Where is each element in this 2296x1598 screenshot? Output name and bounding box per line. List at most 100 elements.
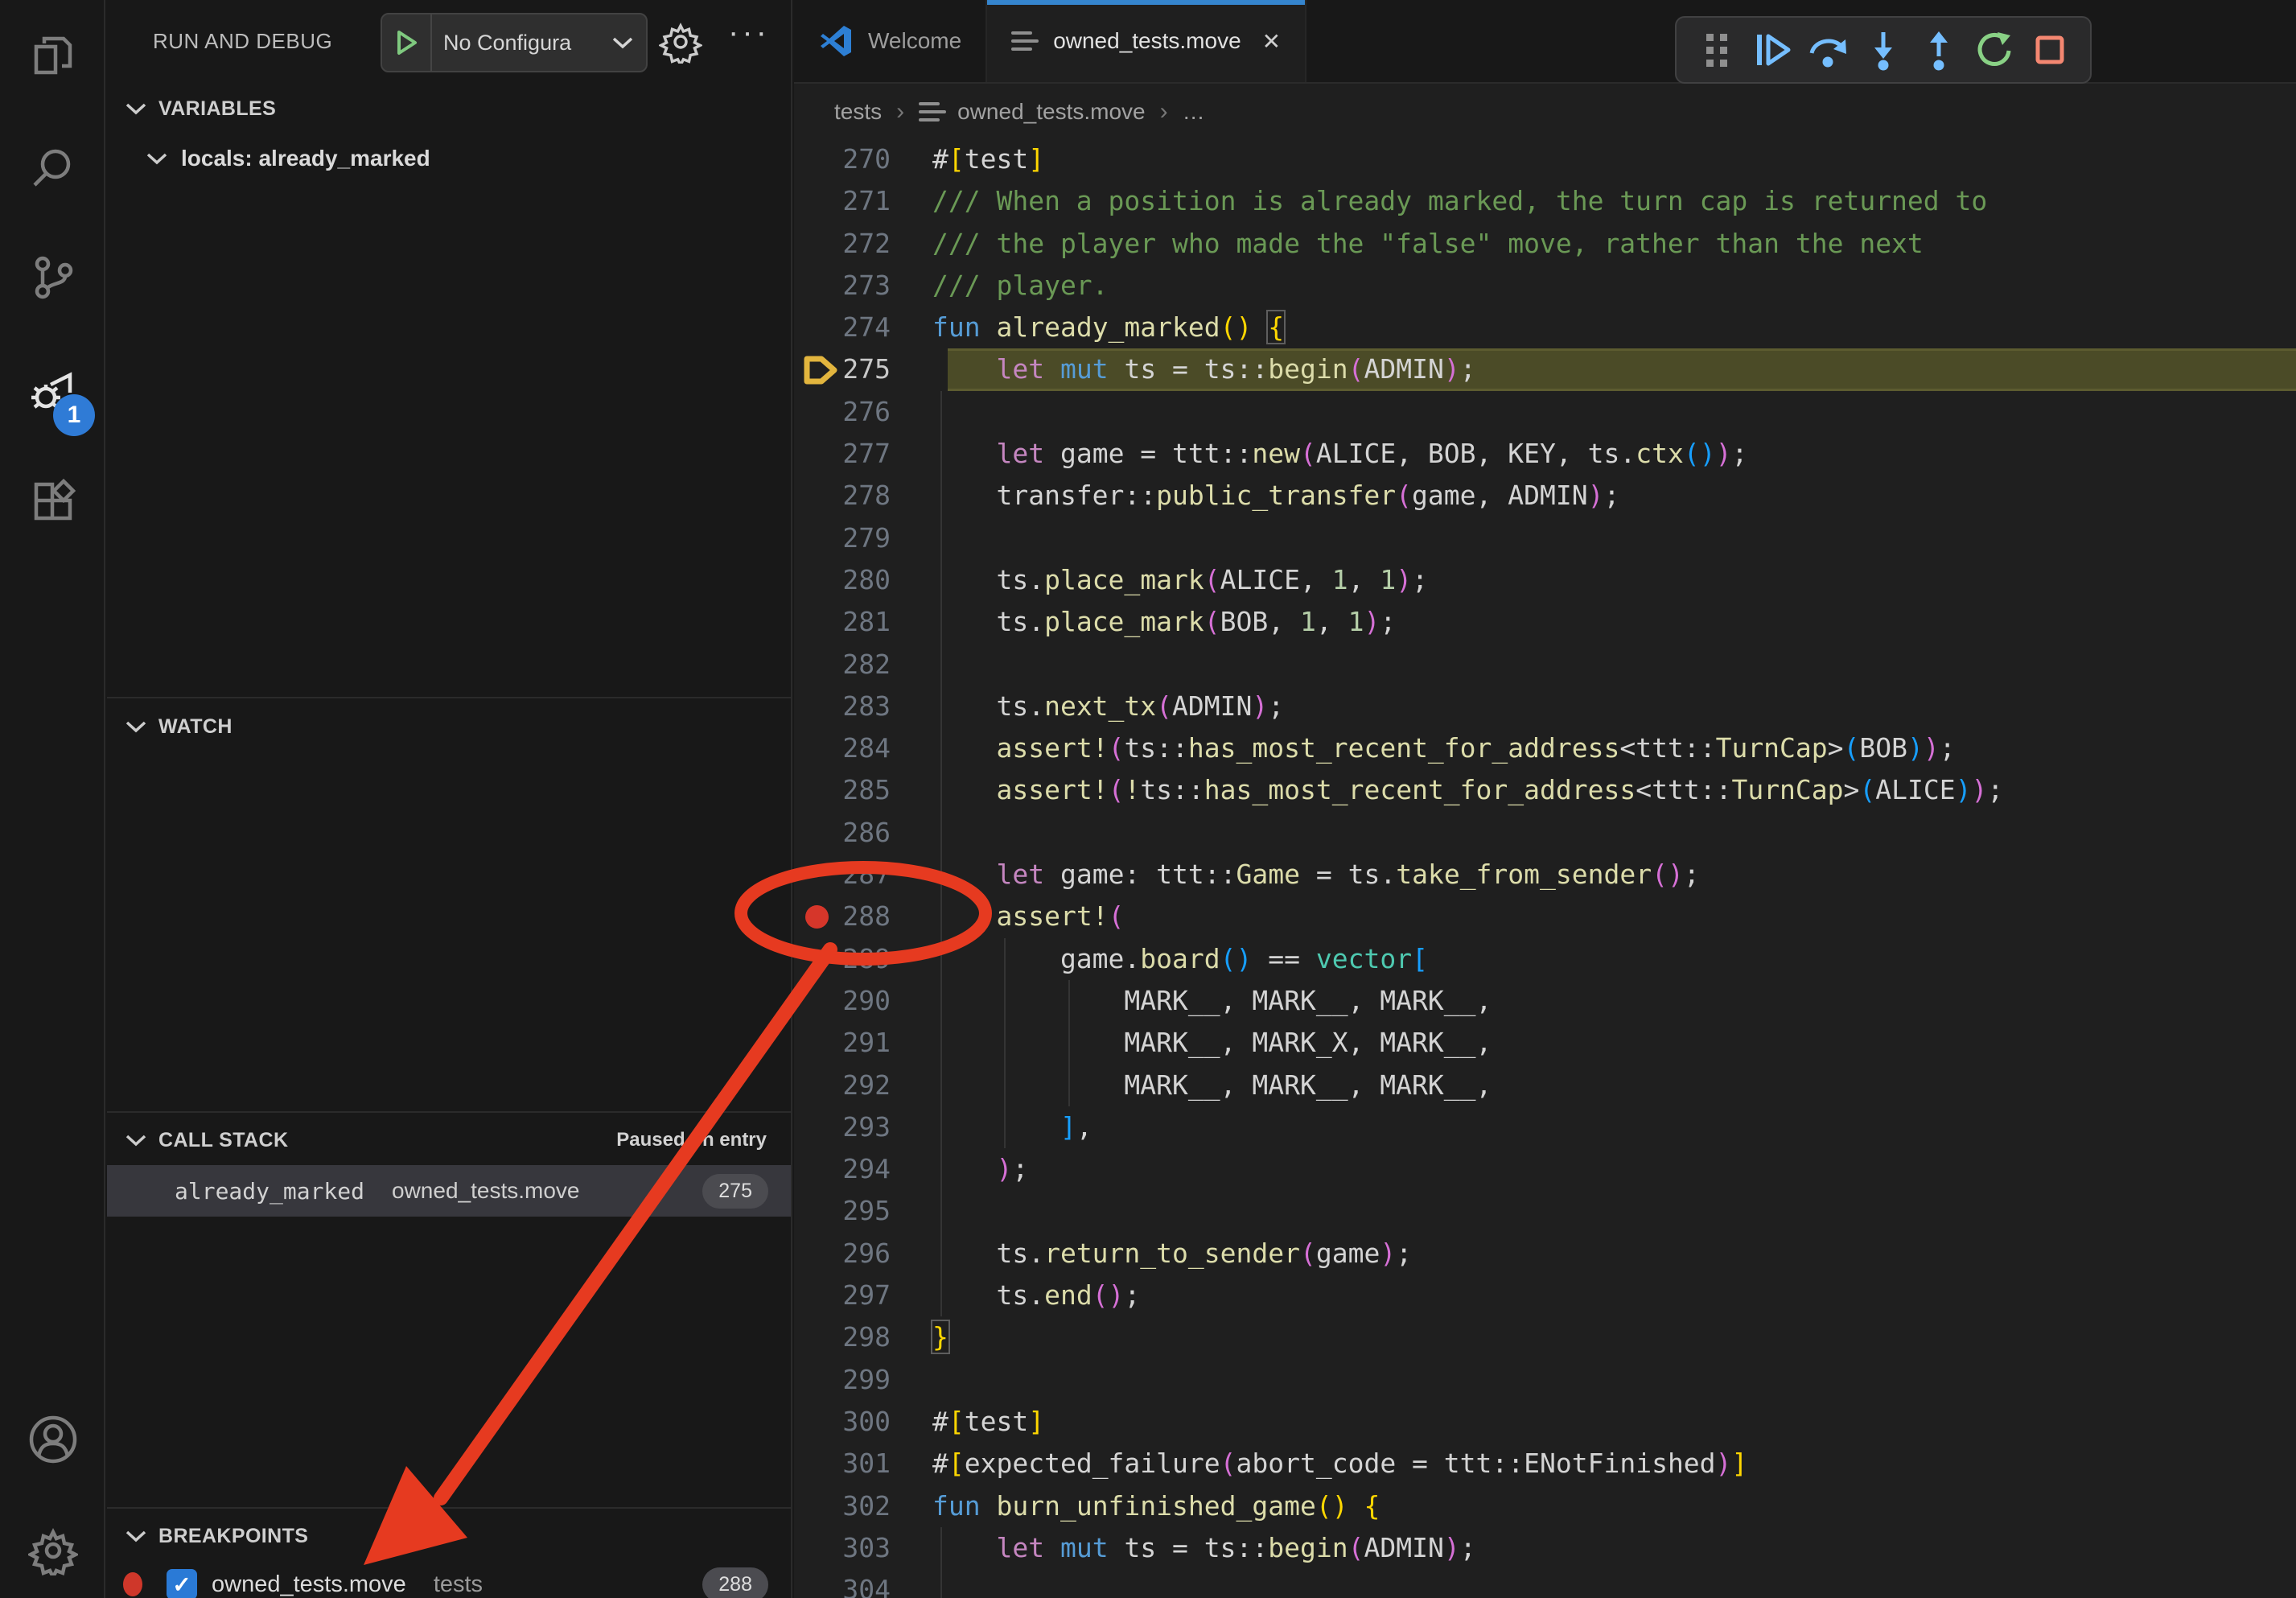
step-out-icon[interactable] — [1916, 27, 1961, 72]
explorer-icon[interactable] — [0, 11, 105, 100]
settings-gear-icon[interactable] — [0, 1506, 105, 1595]
line-number[interactable]: 298 — [794, 1316, 891, 1358]
search-icon[interactable] — [0, 124, 105, 212]
breakpoint-dot-icon[interactable] — [805, 905, 829, 929]
code-line-298[interactable]: 298} — [794, 1316, 2296, 1358]
code-line-272[interactable]: 272/// the player who made the "false" m… — [794, 223, 2296, 265]
stop-icon[interactable] — [2027, 27, 2072, 72]
line-number[interactable]: 286 — [794, 812, 891, 854]
line-number[interactable]: 292 — [794, 1065, 891, 1106]
stack-frame-row[interactable]: already_marked owned_tests.move 275 — [107, 1165, 791, 1217]
breakpoint-list-item[interactable]: ✓ owned_tests.move tests 288 — [107, 1561, 791, 1598]
code-line-271[interactable]: 271/// When a position is already marked… — [794, 180, 2296, 222]
line-number[interactable]: 296 — [794, 1233, 891, 1275]
line-number[interactable]: 288 — [794, 896, 891, 937]
line-number[interactable]: 270 — [794, 138, 891, 180]
breakpoint-checkbox[interactable]: ✓ — [167, 1569, 197, 1598]
line-number[interactable]: 293 — [794, 1106, 891, 1148]
code-line-282[interactable]: 282 — [794, 644, 2296, 686]
line-number[interactable]: 301 — [794, 1443, 891, 1485]
line-number[interactable]: 300 — [794, 1401, 891, 1443]
code-line-293[interactable]: 293 ], — [794, 1106, 2296, 1148]
code-line-279[interactable]: 279 — [794, 517, 2296, 559]
line-number[interactable]: 287 — [794, 854, 891, 896]
line-number[interactable]: 303 — [794, 1527, 891, 1569]
code-line-281[interactable]: 281 ts.place_mark(BOB, 1, 1); — [794, 601, 2296, 643]
step-into-icon[interactable] — [1861, 27, 1906, 72]
line-number[interactable]: 297 — [794, 1275, 891, 1316]
code-line-291[interactable]: 291 MARK__, MARK_X, MARK__, — [794, 1022, 2296, 1064]
line-number[interactable]: 294 — [794, 1148, 891, 1190]
code-line-299[interactable]: 299 — [794, 1359, 2296, 1401]
code-line-270[interactable]: 270#[test] — [794, 138, 2296, 180]
code-line-286[interactable]: 286 — [794, 812, 2296, 854]
code-line-290[interactable]: 290 MARK__, MARK__, MARK__, — [794, 980, 2296, 1022]
locals-scope-row[interactable]: locals: already_marked — [107, 135, 791, 182]
call-stack-section-header[interactable]: CALL STACK Paused on entry — [107, 1118, 791, 1162]
code-line-294[interactable]: 294 ); — [794, 1148, 2296, 1190]
line-number[interactable]: 277 — [794, 433, 891, 475]
code-line-288[interactable]: 288 assert!( — [794, 896, 2296, 937]
code-line-275[interactable]: 275 let mut ts = ts::begin(ADMIN); — [794, 348, 2296, 390]
code-line-289[interactable]: 289 game.board() == vector[ — [794, 938, 2296, 980]
debug-settings-gear-icon[interactable] — [659, 20, 702, 68]
line-number[interactable]: 275 — [794, 348, 891, 390]
toolbar-drag-grip[interactable] — [1694, 27, 1739, 72]
breakpoints-section-header[interactable]: BREAKPOINTS — [107, 1514, 791, 1558]
line-number[interactable]: 304 — [794, 1569, 891, 1598]
code-line-300[interactable]: 300#[test] — [794, 1401, 2296, 1443]
extensions-icon[interactable] — [0, 457, 105, 546]
restart-icon[interactable] — [1972, 27, 2017, 72]
line-number[interactable]: 289 — [794, 938, 891, 980]
line-number[interactable]: 290 — [794, 980, 891, 1022]
close-tab-icon[interactable]: ✕ — [1262, 28, 1281, 55]
code-line-296[interactable]: 296 ts.return_to_sender(game); — [794, 1233, 2296, 1275]
code-line-303[interactable]: 303 let mut ts = ts::begin(ADMIN); — [794, 1527, 2296, 1569]
start-debug-icon[interactable] — [382, 14, 432, 71]
launch-configuration-dropdown[interactable]: No Configura — [381, 13, 648, 72]
line-number[interactable]: 272 — [794, 223, 891, 265]
code-line-297[interactable]: 297 ts.end(); — [794, 1275, 2296, 1316]
line-number[interactable]: 274 — [794, 307, 891, 348]
code-line-304[interactable]: 304 — [794, 1569, 2296, 1598]
breadcrumb-folder[interactable]: tests — [834, 99, 882, 125]
tab-welcome[interactable]: Welcome — [794, 0, 987, 82]
line-number[interactable]: 295 — [794, 1190, 891, 1232]
code-line-280[interactable]: 280 ts.place_mark(ALICE, 1, 1); — [794, 559, 2296, 601]
line-number[interactable]: 302 — [794, 1485, 891, 1527]
step-over-icon[interactable] — [1805, 27, 1850, 72]
code-line-285[interactable]: 285 assert!(!ts::has_most_recent_for_add… — [794, 769, 2296, 811]
line-number[interactable]: 271 — [794, 180, 891, 222]
line-number[interactable]: 284 — [794, 727, 891, 769]
code-line-287[interactable]: 287 let game: ttt::Game = ts.take_from_s… — [794, 854, 2296, 896]
line-number[interactable]: 276 — [794, 391, 891, 433]
line-number[interactable]: 279 — [794, 517, 891, 559]
line-number[interactable]: 273 — [794, 265, 891, 307]
run-and-debug-icon[interactable]: 1 — [0, 346, 105, 435]
code-line-274[interactable]: 274fun already_marked() { — [794, 307, 2296, 348]
continue-icon[interactable] — [1750, 27, 1795, 72]
code-line-273[interactable]: 273/// player. — [794, 265, 2296, 307]
breadcrumb-file[interactable]: owned_tests.move — [957, 99, 1145, 125]
line-number[interactable]: 285 — [794, 769, 891, 811]
watch-section-header[interactable]: WATCH — [107, 705, 791, 748]
code-line-284[interactable]: 284 assert!(ts::has_most_recent_for_addr… — [794, 727, 2296, 769]
line-number[interactable]: 299 — [794, 1359, 891, 1401]
code-line-277[interactable]: 277 let game = ttt::new(ALICE, BOB, KEY,… — [794, 433, 2296, 475]
breadcrumb-symbol-more[interactable]: … — [1183, 99, 1205, 125]
line-number[interactable]: 283 — [794, 686, 891, 727]
code-line-283[interactable]: 283 ts.next_tx(ADMIN); — [794, 686, 2296, 727]
source-control-icon[interactable] — [0, 233, 105, 322]
code-line-292[interactable]: 292 MARK__, MARK__, MARK__, — [794, 1065, 2296, 1106]
more-actions-icon[interactable]: ··· — [728, 14, 770, 51]
tab-owned-tests[interactable]: owned_tests.move ✕ — [987, 0, 1306, 82]
line-number[interactable]: 281 — [794, 601, 891, 643]
account-icon[interactable] — [0, 1395, 105, 1484]
line-number[interactable]: 291 — [794, 1022, 891, 1064]
code-line-276[interactable]: 276 — [794, 391, 2296, 433]
code-editor[interactable]: 270#[test]271/// When a position is alre… — [794, 138, 2296, 1598]
line-number[interactable]: 278 — [794, 475, 891, 517]
code-line-301[interactable]: 301#[expected_failure(abort_code = ttt::… — [794, 1443, 2296, 1485]
line-number[interactable]: 280 — [794, 559, 891, 601]
code-line-302[interactable]: 302fun burn_unfinished_game() { — [794, 1485, 2296, 1527]
